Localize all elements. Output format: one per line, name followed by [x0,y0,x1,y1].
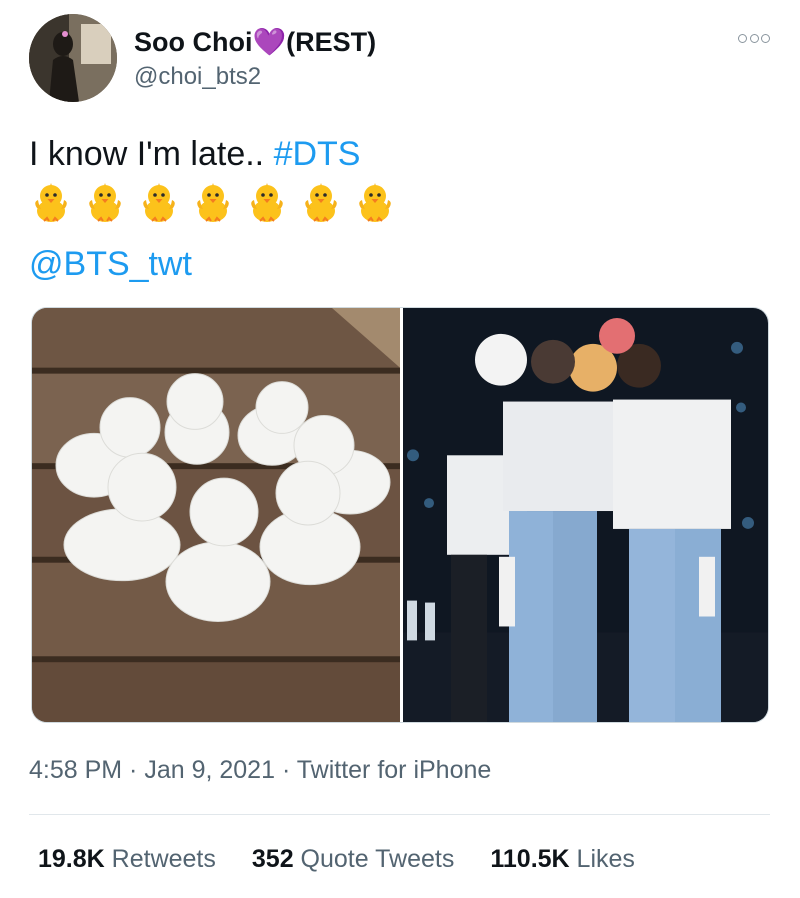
likes-stat[interactable]: 110.5K Likes [490,845,635,874]
purple-heart-icon: 💜 [252,27,287,57]
separator: · [275,756,297,784]
retweets-count: 19.8K [38,845,105,873]
baby-chick-icon [137,180,181,229]
quote-tweets-label: Quote Tweets [293,845,455,873]
engagement-stats: 19.8K Retweets 352 Quote Tweets 110.5K L… [38,845,635,874]
baby-chick-icon [191,180,235,229]
quote-tweets-count: 352 [251,845,294,873]
dot [761,34,770,43]
photo-rubber-ducks[interactable] [32,308,400,722]
author-status: (REST) [286,27,377,57]
hashtag-link[interactable]: #DTS [274,135,361,173]
likes-label: Likes [569,845,635,873]
baby-chick-icon [83,180,127,229]
baby-chick-icon [299,180,343,229]
group-hug-image [403,308,768,722]
baby-chick-icon [353,180,397,229]
ducks-image [32,308,400,722]
tweet: Soo Choi💜(REST) @choi_bts2 I know I'm la… [0,0,800,898]
photo-group-hug[interactable] [403,308,768,722]
media-grid [31,307,769,723]
retweets-stat[interactable]: 19.8K Retweets [38,845,216,874]
dot [749,34,759,43]
likes-count: 110.5K [490,845,570,873]
tweet-date[interactable]: Jan 9, 2021 [144,756,275,784]
timestamp: 4:58 PM · Jan 9, 2021 · Twitter for iPho… [29,756,491,785]
author-handle[interactable]: @choi_bts2 [134,63,261,91]
tweet-text: I know I'm late.. #DTS [29,134,361,174]
avatar-image [29,14,117,102]
baby-chick-icon [245,180,289,229]
tweet-text-body: I know I'm late.. [29,135,274,173]
baby-chick-icon [29,180,73,229]
more-dots-icon[interactable] [738,34,770,44]
retweets-label: Retweets [104,845,216,873]
author-name: Soo Choi [134,27,253,57]
tweet-time[interactable]: 4:58 PM [29,756,122,784]
quote-tweets-stat[interactable]: 352 Quote Tweets [252,845,454,874]
divider [29,814,770,815]
avatar[interactable] [29,14,117,102]
display-name[interactable]: Soo Choi💜(REST) [134,26,376,58]
emoji-row [29,180,397,229]
tweet-source[interactable]: Twitter for iPhone [297,756,492,784]
mention-link[interactable]: @BTS_twt [29,244,192,284]
dot [738,34,747,43]
separator: · [122,756,145,784]
